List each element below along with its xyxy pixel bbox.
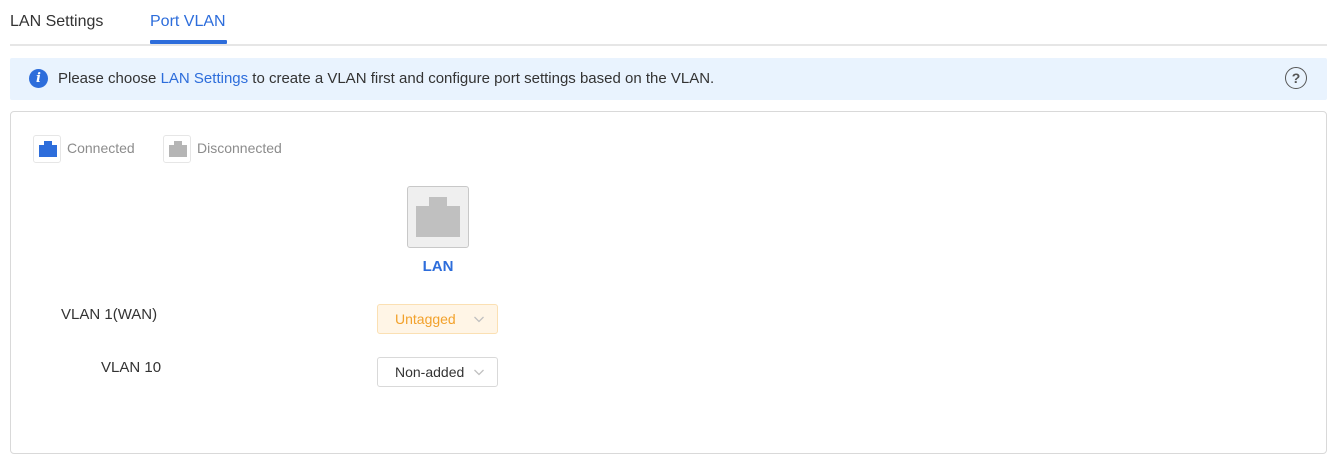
banner-message: Please choose LAN Settings to create a V… (58, 68, 714, 90)
port-vlan-page: LAN Settings Port VLAN i Please choose L… (0, 0, 1337, 474)
vlan-1-select-value: Untagged (395, 311, 456, 327)
connected-port-icon (33, 135, 61, 163)
tab-port-vlan[interactable]: Port VLAN (150, 11, 226, 33)
chevron-down-icon (474, 316, 484, 323)
tab-bar: LAN Settings Port VLAN (10, 0, 1327, 46)
banner-text-suffix: to create a VLAN first and configure por… (248, 70, 715, 87)
info-icon: i (29, 69, 48, 88)
vlan-1-label: VLAN 1(WAN) (61, 306, 158, 323)
vlan-10-select-value: Non-added (395, 364, 465, 380)
legend-connected-label: Connected (67, 140, 135, 156)
info-banner: i Please choose LAN Settings to create a… (10, 58, 1327, 100)
lan-port-icon[interactable] (407, 186, 469, 248)
lan-port-label: LAN (422, 258, 454, 275)
banner-text-prefix: Please choose (58, 70, 161, 87)
tab-lan-settings[interactable]: LAN Settings (10, 11, 103, 33)
chevron-down-icon (474, 369, 484, 376)
vlan-10-lan-select[interactable]: Non-added (377, 357, 498, 387)
port-panel: Connected Disconnected LAN VLAN 1(WAN) U… (10, 111, 1327, 454)
help-icon[interactable]: ? (1285, 67, 1307, 89)
disconnected-port-icon (163, 135, 191, 163)
lan-settings-link[interactable]: LAN Settings (161, 70, 249, 87)
vlan-10-label: VLAN 10 (101, 359, 162, 376)
vlan-1-lan-select[interactable]: Untagged (377, 304, 498, 334)
active-tab-indicator (150, 40, 227, 44)
legend-disconnected-label: Disconnected (197, 140, 282, 156)
